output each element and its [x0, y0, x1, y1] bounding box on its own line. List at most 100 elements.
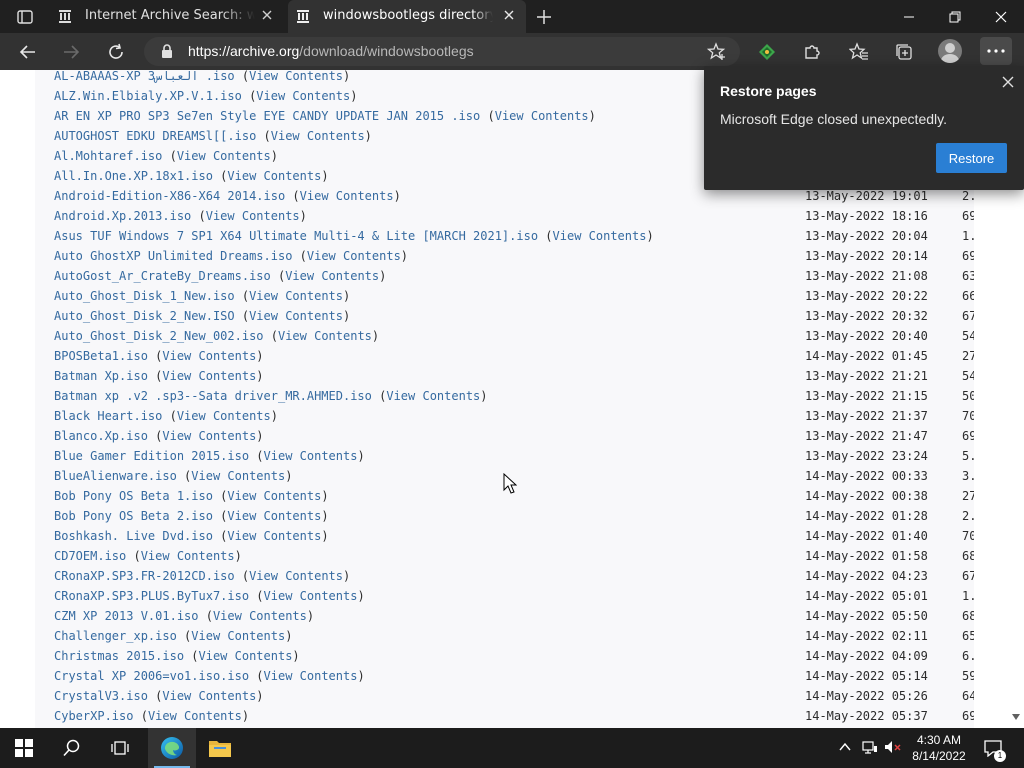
file-link[interactable]: Challenger_xp.iso: [54, 629, 177, 643]
file-link[interactable]: Batman xp .v2 .sp3--Sata driver_MR.AHMED…: [54, 389, 372, 403]
view-contents-link[interactable]: View Contents: [300, 189, 394, 203]
view-contents-link[interactable]: View Contents: [227, 489, 321, 503]
view-contents-link[interactable]: View Contents: [191, 469, 285, 483]
start-windows-icon[interactable]: [0, 728, 48, 768]
file-link[interactable]: CRonaXP.SP3.FR-2012CD.iso: [54, 569, 235, 583]
file-link[interactable]: CD7OEM.iso: [54, 549, 126, 563]
file-link[interactable]: AutoGost_Ar_CrateBy_Dreams.iso: [54, 269, 271, 283]
file-link[interactable]: CyberXP.iso: [54, 709, 133, 723]
scroll-down-arrow-icon[interactable]: [1012, 705, 1020, 724]
file-link[interactable]: Android.Xp.2013.iso: [54, 209, 191, 223]
file-explorer-icon[interactable]: [196, 728, 244, 768]
restore-window-icon[interactable]: [932, 0, 978, 33]
file-link[interactable]: Auto_Ghost_Disk_1_New.iso: [54, 289, 235, 303]
edge-browser-icon[interactable]: [148, 728, 196, 768]
tab-directory-listing[interactable]: windowsbootlegs directory listing: [288, 0, 526, 33]
file-link[interactable]: Black Heart.iso: [54, 409, 162, 423]
volume-muted-icon[interactable]: [884, 739, 902, 759]
view-contents-link[interactable]: View Contents: [227, 509, 321, 523]
file-link[interactable]: BlueAlienware.iso: [54, 469, 177, 483]
minimize-icon[interactable]: [886, 0, 932, 33]
view-contents-link[interactable]: View Contents: [177, 409, 271, 423]
file-link[interactable]: Asus TUF Windows 7 SP1 X64 Ultimate Mult…: [54, 229, 538, 243]
extension-gem-icon[interactable]: [754, 39, 780, 65]
file-link[interactable]: AR EN XP PRO SP3 Se7en Style EYE CANDY U…: [54, 109, 480, 123]
forward-arrow-icon[interactable]: [58, 39, 84, 65]
collections-icon[interactable]: [891, 39, 917, 65]
close-tab-icon[interactable]: [502, 8, 516, 22]
view-contents-link[interactable]: View Contents: [495, 109, 589, 123]
view-contents-link[interactable]: View Contents: [264, 449, 358, 463]
view-contents-link[interactable]: View Contents: [249, 569, 343, 583]
view-contents-link[interactable]: View Contents: [271, 129, 365, 143]
restore-button[interactable]: Restore: [936, 143, 1007, 173]
file-link[interactable]: Auto_Ghost_Disk_2_New.ISO: [54, 309, 235, 323]
add-favorite-icon[interactable]: [706, 42, 727, 66]
view-contents-link[interactable]: View Contents: [227, 529, 321, 543]
address-bar[interactable]: https://archive.org/download/windowsboot…: [144, 37, 740, 66]
file-link[interactable]: AUTOGHOST EDKU DREAMSl[[.iso: [54, 129, 256, 143]
tab-archive-search[interactable]: Internet Archive Search: windows: [50, 0, 286, 33]
file-link[interactable]: Batman Xp.iso: [54, 369, 148, 383]
view-contents-link[interactable]: View Contents: [249, 309, 343, 323]
view-contents-link[interactable]: View Contents: [553, 229, 647, 243]
file-link[interactable]: Auto GhostXP Unlimited Dreams.iso: [54, 249, 292, 263]
file-link[interactable]: CRonaXP.SP3.PLUS.ByTux7.iso: [54, 589, 249, 603]
task-view-icon[interactable]: [96, 728, 144, 768]
close-tab-icon[interactable]: [260, 8, 274, 22]
view-contents-link[interactable]: View Contents: [256, 89, 350, 103]
view-contents-link[interactable]: View Contents: [227, 169, 321, 183]
file-link[interactable]: Blue Gamer Edition 2015.iso: [54, 449, 249, 463]
file-link[interactable]: AL-ABAAAS-XP العباس3 .iso: [54, 70, 235, 83]
file-link[interactable]: Bob Pony OS Beta 2.iso: [54, 509, 213, 523]
settings-more-icon[interactable]: [980, 37, 1012, 65]
favorites-icon[interactable]: [846, 39, 872, 65]
extensions-puzzle-icon[interactable]: [799, 39, 825, 65]
refresh-icon[interactable]: [103, 39, 129, 65]
file-link[interactable]: ALZ.Win.Elbialy.XP.V.1.iso: [54, 89, 242, 103]
view-contents-link[interactable]: View Contents: [249, 289, 343, 303]
close-popup-icon[interactable]: [1000, 74, 1016, 90]
lock-icon[interactable]: [160, 43, 174, 63]
file-link[interactable]: CrystalV3.iso: [54, 689, 148, 703]
file-link[interactable]: Bob Pony OS Beta 1.iso: [54, 489, 213, 503]
system-clock[interactable]: 4:30 AM 8/14/2022: [905, 732, 973, 764]
view-contents-link[interactable]: View Contents: [278, 329, 372, 343]
back-arrow-icon[interactable]: [15, 39, 41, 65]
view-contents-link[interactable]: View Contents: [162, 689, 256, 703]
view-contents-link[interactable]: View Contents: [141, 549, 235, 563]
view-contents-link[interactable]: View Contents: [285, 269, 379, 283]
file-link[interactable]: Boshkash. Live Dvd.iso: [54, 529, 213, 543]
view-contents-link[interactable]: View Contents: [213, 609, 307, 623]
new-tab-icon[interactable]: [533, 6, 555, 28]
view-contents-link[interactable]: View Contents: [307, 249, 401, 263]
view-contents-link[interactable]: View Contents: [148, 709, 242, 723]
file-link[interactable]: All.In.One.XP.18x1.iso: [54, 169, 213, 183]
network-icon[interactable]: [862, 739, 878, 759]
view-contents-link[interactable]: View Contents: [191, 629, 285, 643]
view-contents-link[interactable]: View Contents: [264, 589, 358, 603]
search-icon[interactable]: [48, 728, 96, 768]
view-contents-link[interactable]: View Contents: [199, 649, 293, 663]
view-contents-link[interactable]: View Contents: [386, 389, 480, 403]
file-link[interactable]: BPOSBeta1.iso: [54, 349, 148, 363]
view-contents-link[interactable]: View Contents: [177, 149, 271, 163]
file-link[interactable]: Blanco.Xp.iso: [54, 429, 148, 443]
view-contents-link[interactable]: View Contents: [162, 349, 256, 363]
file-link[interactable]: CZM XP 2013 V.01.iso: [54, 609, 199, 623]
view-contents-link[interactable]: View Contents: [264, 669, 358, 683]
show-hidden-icons-chevron-icon[interactable]: [838, 739, 852, 758]
file-link[interactable]: Android-Edition-X86-X64 2014.iso: [54, 189, 285, 203]
tab-actions-icon[interactable]: [10, 6, 38, 28]
file-link[interactable]: Crystal XP 2006=vo1.iso.iso: [54, 669, 249, 683]
view-contents-link[interactable]: View Contents: [162, 369, 256, 383]
file-link[interactable]: Christmas 2015.iso: [54, 649, 184, 663]
close-window-icon[interactable]: [978, 0, 1024, 33]
view-contents-link[interactable]: View Contents: [206, 209, 300, 223]
file-link[interactable]: Al.Mohtaref.iso: [54, 149, 162, 163]
profile-avatar-icon[interactable]: [938, 39, 962, 63]
file-link[interactable]: Auto_Ghost_Disk_2_New_002.iso: [54, 329, 264, 343]
view-contents-link[interactable]: View Contents: [249, 70, 343, 83]
view-contents-link[interactable]: View Contents: [162, 429, 256, 443]
url-text[interactable]: https://archive.org/download/windowsboot…: [188, 43, 474, 59]
